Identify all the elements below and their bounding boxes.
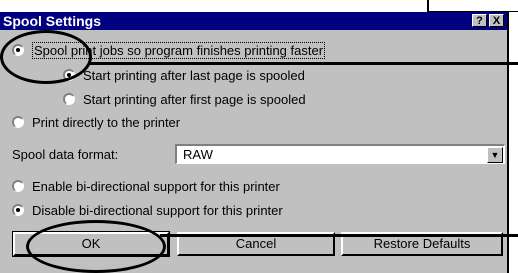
radio-disable-bidi-label: Disable bi-directional support for this … — [32, 202, 283, 218]
radio-start-after-first-page[interactable]: Start printing after first page is spool… — [63, 90, 306, 108]
radio-enable-bidi-label: Enable bi-directional support for this p… — [32, 178, 280, 194]
annotation-line-spool — [88, 62, 518, 65]
spool-format-select[interactable]: RAW ▼ — [175, 144, 505, 164]
annotation-circle-ok — [26, 220, 166, 273]
dialog-title: Spool Settings — [3, 13, 101, 29]
chevron-down-icon[interactable]: ▼ — [487, 147, 503, 163]
radio-start-after-last-page[interactable]: Start printing after last page is spoole… — [63, 66, 305, 84]
radio-print-directly[interactable]: Print directly to the printer — [12, 113, 180, 131]
annotation-circle-spool — [0, 30, 92, 84]
radio-start-after-first-page-label: Start printing after first page is spool… — [83, 91, 306, 107]
radio-indicator[interactable] — [12, 180, 24, 192]
radio-indicator[interactable] — [63, 93, 75, 105]
spool-format-label-text: Spool data format: — [12, 146, 119, 162]
annotation-line-ok — [160, 234, 518, 237]
radio-disable-bidi[interactable]: Disable bi-directional support for this … — [12, 201, 283, 219]
help-button[interactable]: ? — [472, 14, 487, 27]
radio-print-directly-label: Print directly to the printer — [32, 114, 181, 130]
spool-format-value: RAW — [183, 147, 213, 162]
cancel-button-label: Cancel — [235, 236, 277, 251]
radio-enable-bidi[interactable]: Enable bi-directional support for this p… — [12, 177, 280, 195]
radio-start-after-last-page-label: Start printing after last page is spoole… — [83, 67, 305, 83]
help-icon: ? — [476, 15, 483, 27]
restore-defaults-button-label: Restore Defaults — [373, 236, 471, 251]
close-icon: X — [492, 15, 501, 27]
spool-format-label: Spool data format: — [12, 145, 118, 163]
close-button[interactable]: X — [489, 14, 504, 27]
title-bar: Spool Settings ? X — [0, 12, 507, 30]
radio-indicator[interactable] — [12, 116, 24, 128]
radio-indicator[interactable] — [12, 204, 24, 216]
